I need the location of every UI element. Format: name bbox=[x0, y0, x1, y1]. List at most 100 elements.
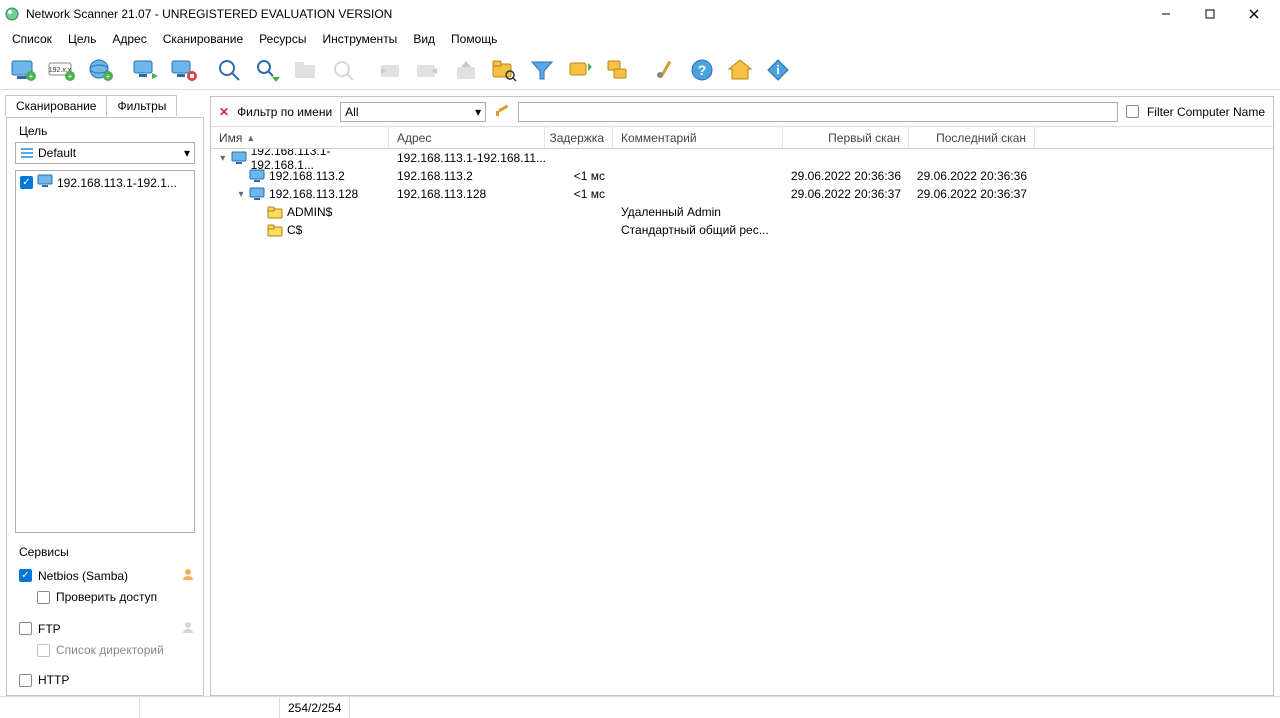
toolbar: + 192.x.x+ + ? i bbox=[0, 50, 1280, 90]
minimize-button[interactable] bbox=[1144, 0, 1188, 28]
add-network-button[interactable]: + bbox=[82, 53, 118, 87]
filter-bar: ✕ Фильтр по имени All ▾ Filter Computer … bbox=[211, 97, 1273, 127]
results-panel: ✕ Фильтр по имени All ▾ Filter Computer … bbox=[210, 96, 1274, 696]
edit-filter-button[interactable] bbox=[494, 102, 510, 121]
tree-toggle[interactable]: ▾ bbox=[235, 189, 247, 200]
col-comment[interactable]: Комментарий bbox=[613, 127, 783, 148]
target-item-label: 192.168.113.1-192.1... bbox=[57, 176, 177, 190]
check-access-label: Проверить доступ bbox=[56, 590, 157, 604]
grid-header: Имя▲ Адрес Задержка Комментарий Первый с… bbox=[211, 127, 1273, 149]
help-button[interactable]: ? bbox=[684, 53, 720, 87]
target-list[interactable]: 192.168.113.1-192.1... bbox=[15, 170, 195, 533]
row-name: C$ bbox=[287, 223, 302, 237]
row-name: 192.168.113.2 bbox=[269, 169, 345, 183]
col-latency[interactable]: Задержка bbox=[545, 127, 613, 148]
http-checkbox[interactable] bbox=[19, 674, 32, 687]
search-button[interactable] bbox=[212, 53, 248, 87]
folder-search-button[interactable] bbox=[486, 53, 522, 87]
add-computer-button[interactable]: + bbox=[6, 53, 42, 87]
row-first: 29.06.2022 20:36:36 bbox=[783, 169, 909, 183]
row-lat: <1 мс bbox=[545, 187, 613, 201]
menu-0[interactable]: Список bbox=[4, 30, 60, 48]
filter-combo[interactable]: All ▾ bbox=[340, 102, 486, 122]
search-again-button bbox=[326, 53, 362, 87]
col-addr[interactable]: Адрес bbox=[389, 127, 545, 148]
about-button[interactable]: i bbox=[760, 53, 796, 87]
ftp-label: FTP bbox=[38, 622, 61, 636]
chevron-down-icon: ▾ bbox=[475, 105, 481, 119]
maximize-button[interactable] bbox=[1188, 0, 1232, 28]
menu-1[interactable]: Цель bbox=[60, 30, 104, 48]
settings-button[interactable] bbox=[646, 53, 682, 87]
home-button[interactable] bbox=[722, 53, 758, 87]
check-access-checkbox[interactable] bbox=[37, 591, 50, 604]
tree-toggle[interactable]: ▾ bbox=[217, 153, 229, 164]
filter-button[interactable] bbox=[524, 53, 560, 87]
window-title: Network Scanner 21.07 - UNREGISTERED EVA… bbox=[26, 7, 1144, 21]
row-first: 29.06.2022 20:36:37 bbox=[783, 187, 909, 201]
grid-row[interactable]: C$ Стандартный общий рес... bbox=[211, 221, 1273, 239]
menu-2[interactable]: Адрес bbox=[104, 30, 154, 48]
menu-5[interactable]: Инструменты bbox=[314, 30, 405, 48]
menu-3[interactable]: Сканирование bbox=[155, 30, 251, 48]
menubar: СписокЦельАдресСканированиеРесурсыИнстру… bbox=[0, 28, 1280, 50]
grid-body: ▾192.168.113.1-192.168.1...192.168.113.1… bbox=[211, 149, 1273, 239]
services-label: Сервисы bbox=[7, 539, 203, 563]
svg-text:+: + bbox=[68, 72, 73, 81]
filter-combo-value: All bbox=[345, 105, 475, 119]
col-first-scan[interactable]: Первый скан bbox=[783, 127, 909, 148]
row-addr: 192.168.113.1-192.168.11... bbox=[389, 151, 545, 165]
target-item[interactable]: 192.168.113.1-192.1... bbox=[16, 171, 194, 194]
menu-7[interactable]: Помощь bbox=[443, 30, 505, 48]
tab-filters[interactable]: Фильтры bbox=[106, 95, 177, 116]
col-name[interactable]: Имя▲ bbox=[211, 127, 389, 148]
menu-6[interactable]: Вид bbox=[405, 30, 443, 48]
svg-text:?: ? bbox=[698, 62, 707, 78]
titlebar: Network Scanner 21.07 - UNREGISTERED EVA… bbox=[0, 0, 1280, 28]
folder-icon bbox=[267, 205, 283, 219]
computer-icon bbox=[249, 187, 265, 201]
scan-stop-button[interactable] bbox=[166, 53, 202, 87]
row-name: 192.168.113.128 bbox=[269, 187, 358, 201]
folder-icon bbox=[267, 223, 283, 237]
user-icon[interactable] bbox=[181, 567, 195, 584]
row-comm: Удаленный Admin bbox=[613, 205, 783, 219]
grid-row[interactable]: ADMIN$ Удаленный Admin bbox=[211, 203, 1273, 221]
row-lat: <1 мс bbox=[545, 169, 613, 183]
filter-computer-name-checkbox[interactable] bbox=[1126, 105, 1139, 118]
row-name: ADMIN$ bbox=[287, 205, 332, 219]
results-grid[interactable]: Имя▲ Адрес Задержка Комментарий Первый с… bbox=[211, 127, 1273, 695]
close-button[interactable] bbox=[1232, 0, 1276, 28]
add-range-button[interactable]: 192.x.x+ bbox=[44, 53, 80, 87]
computer-icon bbox=[37, 174, 53, 191]
search-next-button[interactable] bbox=[250, 53, 286, 87]
target-select-value: Default bbox=[38, 146, 76, 160]
filter-input[interactable] bbox=[518, 102, 1118, 122]
row-last: 29.06.2022 20:36:36 bbox=[909, 169, 1035, 183]
svg-text:+: + bbox=[29, 72, 34, 81]
search-folder-button bbox=[288, 53, 324, 87]
netbios-checkbox[interactable] bbox=[19, 569, 32, 582]
folder-next-button bbox=[410, 53, 446, 87]
target-checkbox[interactable] bbox=[20, 176, 33, 189]
row-comm: Стандартный общий рес... bbox=[613, 223, 783, 237]
menu-4[interactable]: Ресурсы bbox=[251, 30, 314, 48]
scan-start-button[interactable] bbox=[128, 53, 164, 87]
filter-cb-label: Filter Computer Name bbox=[1147, 105, 1265, 119]
status-cell-2 bbox=[140, 697, 280, 718]
folder-up-button bbox=[448, 53, 484, 87]
grid-row[interactable]: ▾192.168.113.128192.168.113.128<1 мс29.0… bbox=[211, 185, 1273, 203]
tab-scan[interactable]: Сканирование bbox=[5, 95, 107, 117]
ftp-checkbox[interactable] bbox=[19, 622, 32, 635]
col-last-scan[interactable]: Последний скан bbox=[909, 127, 1035, 148]
netbios-label: Netbios (Samba) bbox=[38, 569, 128, 583]
status-counts: 254/2/254 bbox=[280, 697, 350, 718]
grid-row[interactable]: 192.168.113.2192.168.113.2<1 мс29.06.202… bbox=[211, 167, 1273, 185]
chevron-down-icon: ▾ bbox=[184, 146, 190, 160]
target-select[interactable]: Default ▾ bbox=[15, 142, 195, 164]
expand-button[interactable] bbox=[562, 53, 598, 87]
collapse-button[interactable] bbox=[600, 53, 636, 87]
clear-filter-button[interactable]: ✕ bbox=[219, 105, 229, 119]
services-panel: Netbios (Samba) Проверить доступ FTP Спи… bbox=[7, 563, 203, 695]
grid-row[interactable]: ▾192.168.113.1-192.168.1...192.168.113.1… bbox=[211, 149, 1273, 167]
